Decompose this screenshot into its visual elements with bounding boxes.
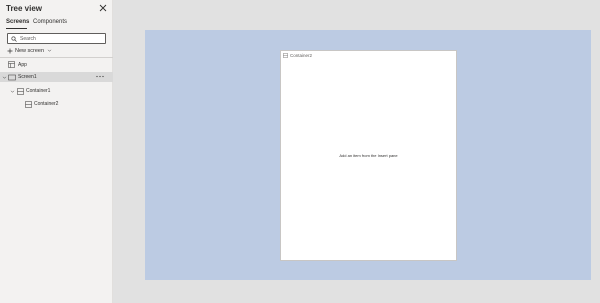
tree-item-screen1[interactable]: Screen1 [0,72,113,82]
search-icon [11,36,17,42]
new-screen-button[interactable]: New screen [7,46,52,55]
container-icon [283,53,288,58]
container-label: Container2 [290,53,313,58]
search-box[interactable] [7,33,106,44]
pane-title: Tree view [6,4,43,13]
design-canvas[interactable]: Container2 Add an item from the Insert p… [145,30,591,280]
more-options-icon[interactable] [96,75,104,78]
tree-item-label: Container1 [26,88,51,94]
tab-screens[interactable]: Screens [6,19,29,27]
tree-item-label: App [18,62,27,68]
tab-components[interactable]: Components [33,19,67,27]
screen-icon [8,74,16,81]
close-icon[interactable] [98,3,108,13]
app-icon [8,61,15,68]
pane-divider [0,57,113,58]
tree-item-container1[interactable]: Container1 [0,86,113,96]
screen-preview[interactable]: Container2 Add an item from the Insert p… [280,50,457,261]
tree-item-app[interactable]: App [0,60,113,70]
chevron-down-icon[interactable] [2,75,7,80]
new-screen-label: New screen [15,47,45,54]
container-icon [17,87,24,95]
tree-view-pane: Tree view Screens Components New screen … [0,0,113,303]
plus-icon [7,48,13,54]
tree-item-container2[interactable]: Container2 [0,99,113,109]
empty-container-hint: Add an item from the Insert pane [339,153,398,158]
tree-item-label: Container2 [34,101,59,107]
chevron-down-icon [47,48,52,53]
chevron-down-icon[interactable] [10,89,15,94]
search-input[interactable] [20,35,104,43]
container-label-tag[interactable]: Container2 [283,53,312,58]
container-icon [25,100,32,108]
tree-item-label: Screen1 [18,74,37,80]
active-tab-underline [6,28,27,29]
